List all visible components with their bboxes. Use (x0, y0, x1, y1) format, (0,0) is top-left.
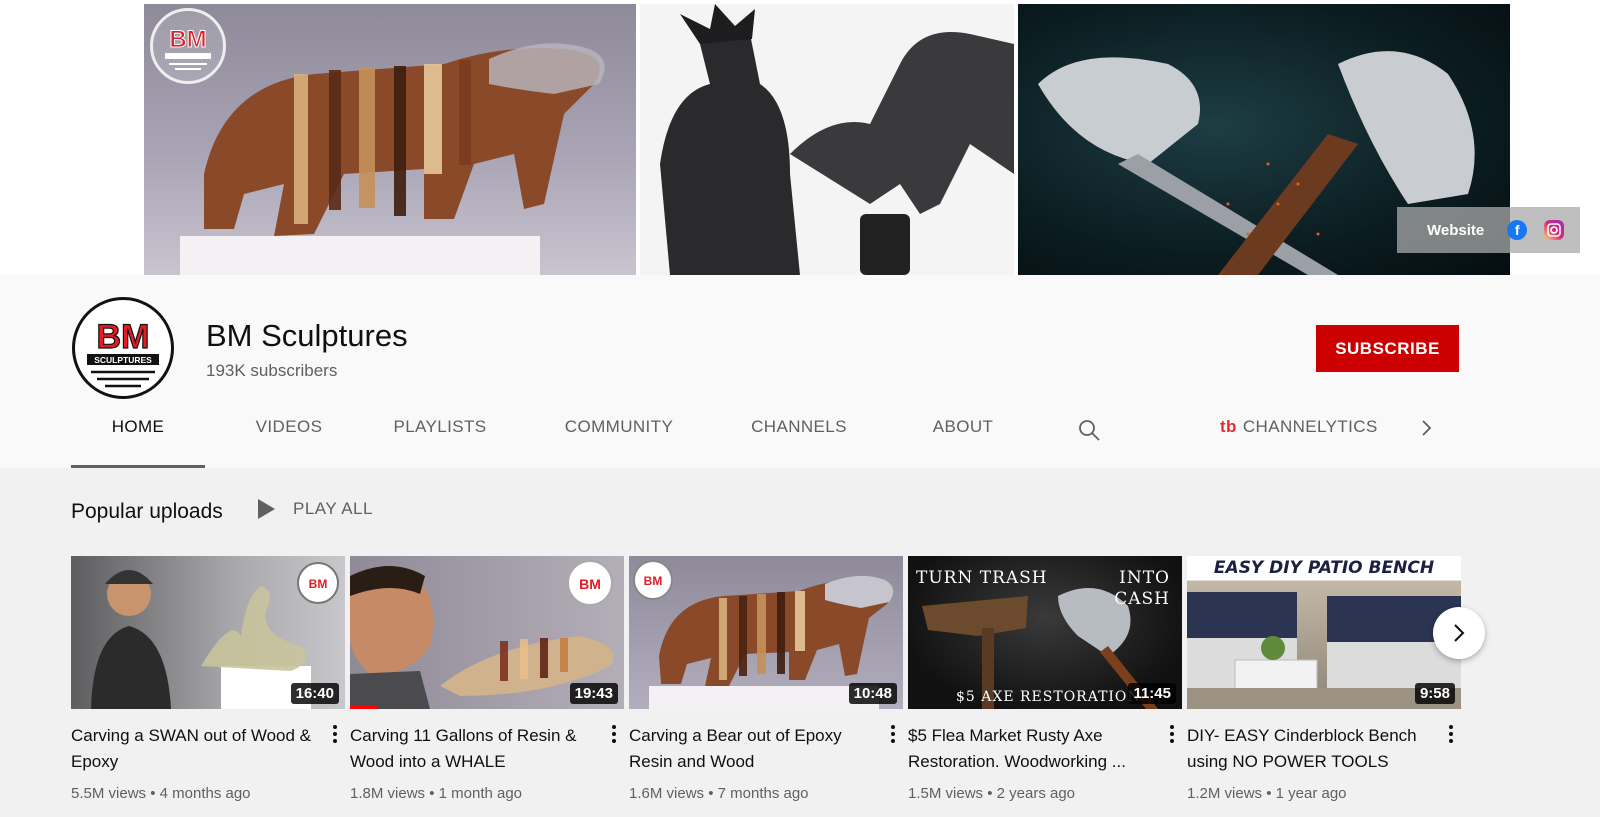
video-views: 5.5M views (71, 785, 147, 802)
channelytics-tab[interactable]: tb CHANNELYTICS (1220, 410, 1378, 444)
svg-text:BM: BM (309, 577, 328, 591)
tab-about[interactable]: ABOUT (911, 410, 1015, 468)
website-link[interactable]: Website (1427, 222, 1484, 239)
more-options-icon[interactable] (1164, 722, 1180, 748)
video-title[interactable]: Carving a Bear out of Epoxy Resin and Wo… (629, 723, 869, 775)
banner-bear-panel: BM (144, 4, 636, 275)
tab-videos[interactable]: VIDEOS (239, 410, 339, 468)
video-thumbnail[interactable]: TURN TRASH INTO CASH $5 AXE RESTORATION … (908, 556, 1182, 709)
video-thumbnail[interactable]: EASY DIY PATIO BENCH 9:58 (1187, 556, 1461, 709)
channel-banner: BM Website f (0, 0, 1600, 275)
thumb-caption-bottom: $5 AXE RESTORATION (956, 689, 1141, 705)
video-meta: 1.6M views • 7 months ago (629, 785, 809, 802)
watch-progress-bar (350, 705, 378, 709)
instagram-icon[interactable] (1544, 220, 1565, 240)
channel-name: BM Sculptures (206, 318, 408, 353)
thumb-caption-top: EASY DIY PATIO BENCH (1213, 558, 1435, 578)
video-age: 1 year ago (1275, 785, 1347, 802)
svg-text:BM: BM (579, 576, 601, 592)
video-age: 1 month ago (438, 785, 523, 802)
video-card[interactable]: TURN TRASH INTO CASH $5 AXE RESTORATION … (908, 556, 1182, 802)
video-card[interactable]: BM 16:40 Carving a SWAN out of Wood & Ep… (71, 556, 345, 802)
video-card[interactable]: BM 19:43 Carving 11 Gallons of Resin & W… (350, 556, 624, 802)
video-title[interactable]: Carving 11 Gallons of Resin & Wood into … (350, 723, 590, 775)
video-duration: 16:40 (290, 683, 339, 704)
video-thumbnail[interactable]: BM 10:48 (629, 556, 903, 709)
tab-playlists[interactable]: PLAYLISTS (381, 410, 499, 468)
banner-sculpture-panel (640, 4, 1014, 275)
video-duration: 10:48 (848, 683, 897, 704)
video-meta: 1.8M views • 1 month ago (350, 785, 523, 802)
video-meta: 1.2M views • 1 year ago (1187, 785, 1347, 802)
video-title[interactable]: DIY- EASY Cinderblock Bench using NO POW… (1187, 723, 1427, 775)
video-duration: 19:43 (569, 683, 618, 704)
video-duration: 11:45 (1128, 683, 1176, 704)
more-options-icon[interactable] (885, 722, 901, 748)
tabs-chevron-right-icon[interactable] (1419, 419, 1435, 442)
thumb-caption-top-right: INTO CASH (1114, 568, 1170, 609)
chevron-right-icon (1454, 624, 1465, 642)
carousel-next-button[interactable] (1433, 607, 1485, 659)
video-views: 1.6M views (629, 785, 705, 802)
channel-avatar[interactable]: BM SCULPTURES (72, 297, 174, 399)
video-duration: 9:58 (1414, 683, 1455, 704)
channel-search-icon[interactable] (1077, 418, 1101, 447)
channel-header: BM SCULPTURES BM Sculptures 193K subscri… (0, 275, 1600, 468)
svg-text:BM: BM (97, 318, 150, 356)
banner-image: BM (144, 4, 1510, 275)
play-icon (258, 499, 275, 519)
channelytics-logo-icon: tb (1220, 417, 1237, 436)
play-all-label: PLAY ALL (293, 499, 373, 518)
video-meta: 1.5M views • 2 years ago (908, 785, 1076, 802)
video-card[interactable]: EASY DIY PATIO BENCH 9:58 DIY- EASY Cind… (1187, 556, 1461, 802)
video-thumbnail[interactable]: BM 16:40 (71, 556, 345, 709)
subscriber-count: 193K subscribers (206, 361, 338, 380)
thumb-caption-top-left: TURN TRASH (916, 568, 1048, 588)
svg-text:BM: BM (644, 574, 663, 588)
subscribe-button[interactable]: SUBSCRIBE (1316, 325, 1459, 372)
video-thumbnail[interactable]: BM 19:43 (350, 556, 624, 709)
avatar-subtext: SCULPTURES (94, 355, 152, 365)
video-views: 1.2M views (1187, 785, 1263, 802)
video-age: 2 years ago (996, 785, 1076, 802)
more-options-icon[interactable] (1443, 722, 1459, 748)
video-title[interactable]: $5 Flea Market Rusty Axe Restoration. Wo… (908, 723, 1148, 775)
more-options-icon[interactable] (606, 722, 622, 748)
video-card[interactable]: BM 10:48 Carving a Bear out of Epoxy Res… (629, 556, 903, 802)
facebook-icon[interactable]: f (1507, 220, 1528, 240)
play-all-button[interactable]: PLAY ALL (258, 499, 373, 519)
section-title: Popular uploads (71, 500, 223, 523)
channel-tabs: HOME VIDEOS PLAYLISTS COMMUNITY CHANNELS… (71, 410, 1531, 468)
channelytics-label: CHANNELYTICS (1242, 417, 1378, 436)
video-title[interactable]: Carving a SWAN out of Wood & Epoxy (71, 723, 311, 775)
tab-channels[interactable]: CHANNELS (735, 410, 863, 468)
video-age: 4 months ago (159, 785, 251, 802)
tab-home[interactable]: HOME (71, 410, 205, 468)
banner-links: Website f (1397, 207, 1580, 253)
video-meta: 5.5M views • 4 months ago (71, 785, 251, 802)
video-age: 7 months ago (717, 785, 809, 802)
more-options-icon[interactable] (327, 722, 343, 748)
video-views: 1.8M views (350, 785, 426, 802)
tab-community[interactable]: COMMUNITY (549, 410, 689, 468)
video-views: 1.5M views (908, 785, 984, 802)
